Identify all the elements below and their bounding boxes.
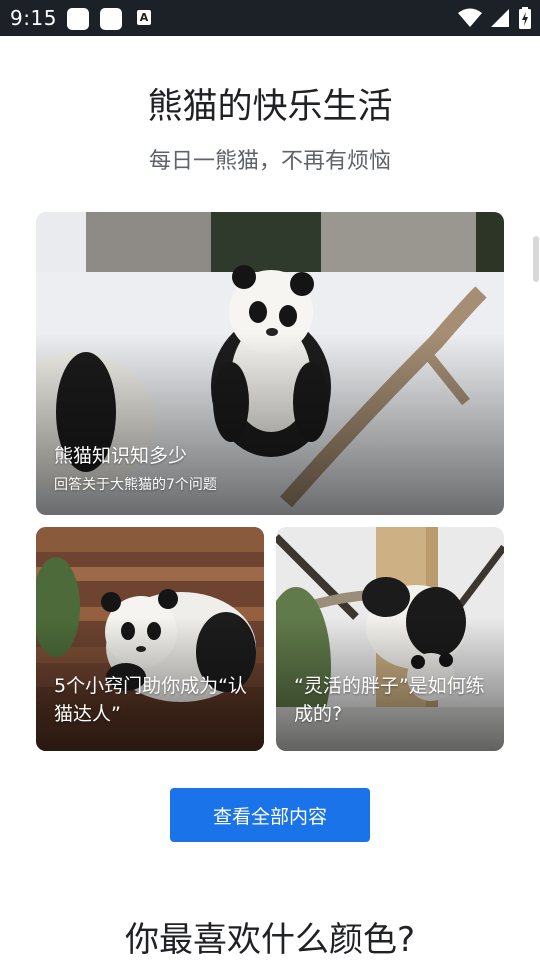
article-card-panda-tips[interactable]: 5个小窍门助你成为“认猫达人” bbox=[36, 527, 264, 751]
card-title: 熊猫知识知多少 bbox=[54, 445, 188, 467]
scrollbar[interactable] bbox=[533, 236, 539, 282]
card-title: 5个小窍门助你成为“认猫达人” bbox=[54, 675, 247, 725]
cell-signal-icon bbox=[491, 9, 509, 27]
notification-icon bbox=[67, 8, 89, 30]
notification-icon bbox=[100, 8, 122, 30]
section-heading: 你最喜欢什么颜色? bbox=[124, 920, 416, 960]
battery-icon bbox=[519, 7, 531, 29]
wifi-icon bbox=[458, 8, 482, 27]
card-description: 回答关于大熊猫的7个问题 bbox=[54, 477, 217, 493]
accessibility-icon: A bbox=[137, 10, 151, 25]
status-bar: 9:15 A bbox=[0, 0, 540, 36]
card-title: “灵活的胖子”是如何练成的? bbox=[294, 675, 485, 725]
page-subtitle: 每日一熊猫，不再有烦恼 bbox=[148, 149, 391, 174]
article-card-panda-knowledge[interactable]: 熊猫知识知多少 回答关于大熊猫的7个问题 bbox=[36, 212, 504, 515]
view-all-button[interactable]: 查看全部内容 bbox=[170, 788, 370, 842]
article-card-agile-panda[interactable]: “灵活的胖子”是如何练成的? bbox=[276, 527, 504, 751]
page-title: 熊猫的快乐生活 bbox=[147, 87, 393, 127]
status-time: 9:15 bbox=[10, 6, 57, 30]
